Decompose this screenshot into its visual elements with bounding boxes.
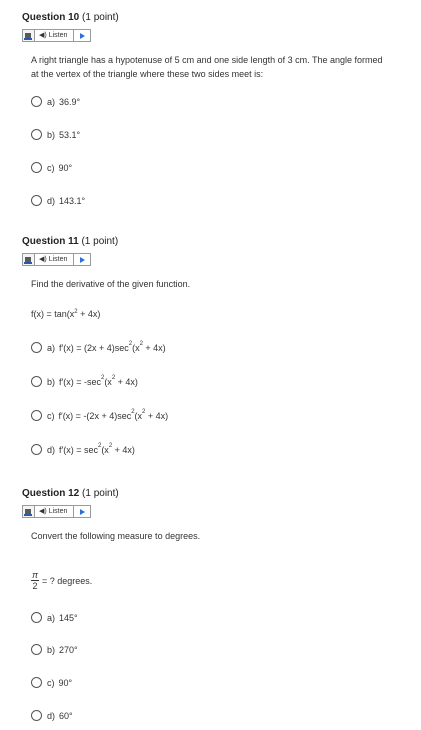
option-text: 143.1° xyxy=(59,195,86,206)
option-text: 53.1° xyxy=(59,129,81,140)
option-b[interactable]: b) 270° xyxy=(31,644,78,655)
question-10-header: Question 10 (1 point) xyxy=(22,12,119,23)
radio-button[interactable] xyxy=(31,129,42,140)
radio-button[interactable] xyxy=(31,162,42,173)
option-text: f′(x) = (2x + 4)sec2(x2 + 4x) xyxy=(59,340,166,353)
question-title: Question 11 xyxy=(22,236,79,247)
option-b[interactable]: b) 53.1° xyxy=(31,129,80,140)
question-text: Find the derivative of the given functio… xyxy=(31,279,191,289)
question-points: (1 point) xyxy=(82,488,119,499)
radio-button[interactable] xyxy=(31,710,42,721)
option-c[interactable]: c) f′(x) = -(2x + 4)sec2(x2 + 4x) xyxy=(31,408,169,421)
option-text: 270° xyxy=(59,644,78,655)
fraction: π 2 xyxy=(31,570,39,591)
readspeaker-icon xyxy=(23,506,35,517)
option-b[interactable]: b) f′(x) = -sec2(x2 + 4x) xyxy=(31,374,138,387)
play-icon xyxy=(79,256,85,263)
option-d[interactable]: d) 60° xyxy=(31,710,73,721)
option-text: f′(x) = -sec2(x2 + 4x) xyxy=(59,374,138,387)
question-title: Question 10 xyxy=(22,12,80,23)
speaker-icon: ◀) xyxy=(39,32,47,39)
play-button[interactable] xyxy=(74,254,90,265)
option-text: f′(x) = sec2(x2 + 4x) xyxy=(59,442,135,455)
option-d[interactable]: d) 143.1° xyxy=(31,195,85,206)
question-points: (1 point) xyxy=(82,12,119,23)
play-icon xyxy=(79,508,85,515)
question-12-header: Question 12 (1 point) xyxy=(22,488,119,499)
readspeaker-icon xyxy=(23,30,35,41)
option-a[interactable]: a) f′(x) = (2x + 4)sec2(x2 + 4x) xyxy=(31,340,166,353)
expression-text: = ? degrees. xyxy=(42,575,93,586)
radio-button[interactable] xyxy=(31,342,42,353)
radio-button[interactable] xyxy=(31,444,42,455)
readspeaker-icon xyxy=(23,254,35,265)
option-c[interactable]: c) 90° xyxy=(31,677,72,688)
radio-button[interactable] xyxy=(31,195,42,206)
play-button[interactable] xyxy=(74,506,90,517)
option-text: 60° xyxy=(59,710,73,721)
question-text: Convert the following measure to degrees… xyxy=(31,531,201,541)
speaker-icon: ◀) xyxy=(39,256,47,263)
listen-button[interactable]: ◀) Listen xyxy=(35,254,75,265)
radio-button[interactable] xyxy=(31,612,42,623)
option-a[interactable]: a) 36.9° xyxy=(31,96,80,107)
option-text: 90° xyxy=(58,162,73,173)
listen-toolbar: ◀) Listen xyxy=(22,505,92,518)
radio-button[interactable] xyxy=(31,376,42,387)
question-points: (1 point) xyxy=(81,236,119,247)
question-11-header: Question 11 (1 point) xyxy=(22,236,118,247)
radio-button[interactable] xyxy=(31,644,42,655)
speaker-icon: ◀) xyxy=(39,508,47,515)
radio-button[interactable] xyxy=(31,410,42,421)
fraction-expression: π 2 = ? degrees. xyxy=(31,570,92,591)
question-text: A right triangle has a hypotenuse of 5 c… xyxy=(31,55,383,79)
option-a[interactable]: a) 145° xyxy=(31,612,78,623)
question-title: Question 12 xyxy=(22,488,80,499)
listen-button[interactable]: ◀) Listen xyxy=(35,506,75,517)
option-text: 36.9° xyxy=(59,96,81,107)
listen-toolbar: ◀) Listen xyxy=(22,253,92,266)
play-button[interactable] xyxy=(74,30,90,41)
option-d[interactable]: d) f′(x) = sec2(x2 + 4x) xyxy=(31,442,135,455)
radio-button[interactable] xyxy=(31,96,42,107)
function-expression: f(x) = tan(x2 + 4x) xyxy=(31,309,101,319)
option-text: 145° xyxy=(59,612,78,623)
fraction-denominator: 2 xyxy=(32,581,38,591)
radio-button[interactable] xyxy=(31,677,42,688)
fraction-numerator: π xyxy=(31,570,39,580)
option-text: f′(x) = -(2x + 4)sec2(x2 + 4x) xyxy=(58,408,169,421)
option-text: 90° xyxy=(58,677,73,688)
play-icon xyxy=(79,32,85,39)
listen-toolbar: ◀) Listen xyxy=(22,29,92,42)
listen-button[interactable]: ◀) Listen xyxy=(35,30,75,41)
option-c[interactable]: c) 90° xyxy=(31,162,72,173)
